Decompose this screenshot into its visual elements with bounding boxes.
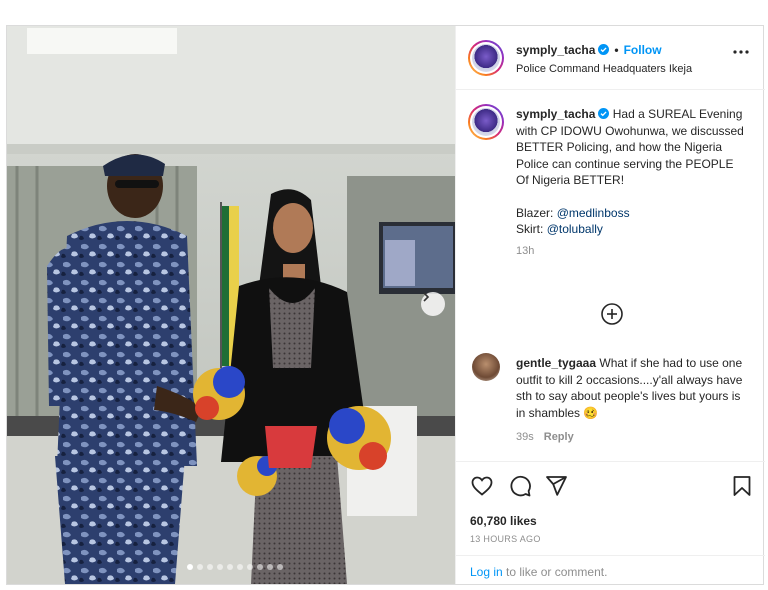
author-username[interactable]: symply_tacha — [516, 43, 595, 57]
commenter-avatar[interactable] — [472, 353, 500, 381]
carousel-dot — [277, 564, 283, 570]
caption-username[interactable]: symply_tacha — [516, 107, 595, 121]
commenter-username[interactable]: gentle_tygaaa — [516, 356, 596, 370]
skirt-label: Skirt: — [516, 222, 544, 236]
chevron-right-icon — [423, 292, 430, 302]
carousel-dot — [267, 564, 273, 570]
heart-icon[interactable] — [470, 474, 494, 498]
comment-text-block: gentle_tygaaa What if she had to use one… — [516, 355, 752, 421]
author-avatar[interactable] — [468, 40, 504, 76]
carousel-dot — [227, 564, 233, 570]
like-count[interactable]: 60,780 likes — [470, 514, 537, 528]
caption-credit-skirt: Skirt: @tolubally — [516, 221, 748, 238]
comment-time: 39s — [516, 431, 534, 443]
verified-badge-icon — [598, 44, 610, 55]
post-timestamp[interactable]: 13 HOURS AGO — [470, 534, 541, 544]
follow-button[interactable]: Follow — [624, 43, 662, 57]
carousel-dot — [257, 564, 263, 570]
share-icon[interactable] — [544, 474, 568, 498]
carousel-dot — [247, 564, 253, 570]
bookmark-icon[interactable] — [730, 474, 754, 498]
carousel-dot — [217, 564, 223, 570]
more-options-icon[interactable] — [732, 49, 750, 55]
blazer-mention-link[interactable]: @medlinboss — [557, 206, 630, 220]
post-header: symply_tacha • Follow Police Command Headq… — [456, 26, 765, 90]
caption-time[interactable]: 13h — [516, 243, 748, 260]
carousel-dot — [187, 564, 193, 570]
carousel-next-button[interactable] — [421, 292, 445, 316]
caption-avatar[interactable] — [468, 104, 504, 140]
carousel-dots — [187, 564, 283, 570]
skirt-mention-link[interactable]: @tolubally — [547, 222, 603, 236]
post-sidebar: symply_tacha • Follow Police Command Headq… — [455, 26, 765, 584]
photo-illustration — [7, 26, 455, 584]
reply-button[interactable]: Reply — [544, 431, 574, 443]
separator-dot: • — [614, 43, 619, 57]
login-prompt-text: to like or comment. — [502, 565, 608, 579]
comment-icon[interactable] — [508, 474, 532, 498]
carousel-dot — [197, 564, 203, 570]
verified-badge-icon — [598, 108, 610, 119]
login-prompt: Log in to like or comment. — [456, 555, 765, 584]
caption-text-block: symply_tacha Had a SUREAL Evening with C… — [516, 106, 748, 259]
post-photo[interactable] — [7, 26, 455, 584]
post-actions: 60,780 likes 13 HOURS AGO Log in to like… — [456, 461, 765, 583]
carousel-dot — [237, 564, 243, 570]
blazer-label: Blazer: — [516, 205, 554, 220]
post-card: symply_tacha • Follow Police Command Headq… — [6, 25, 765, 585]
caption-credit-blazer: Blazer: @medlinboss — [516, 205, 748, 222]
comment-meta: 39s Reply — [516, 431, 574, 443]
load-more-comments-icon[interactable] — [601, 303, 623, 325]
carousel-dot — [207, 564, 213, 570]
post-location[interactable]: Police Command Headquaters Ikeja — [516, 63, 692, 75]
login-link[interactable]: Log in — [470, 565, 503, 579]
author-line: symply_tacha • Follow — [516, 43, 662, 57]
